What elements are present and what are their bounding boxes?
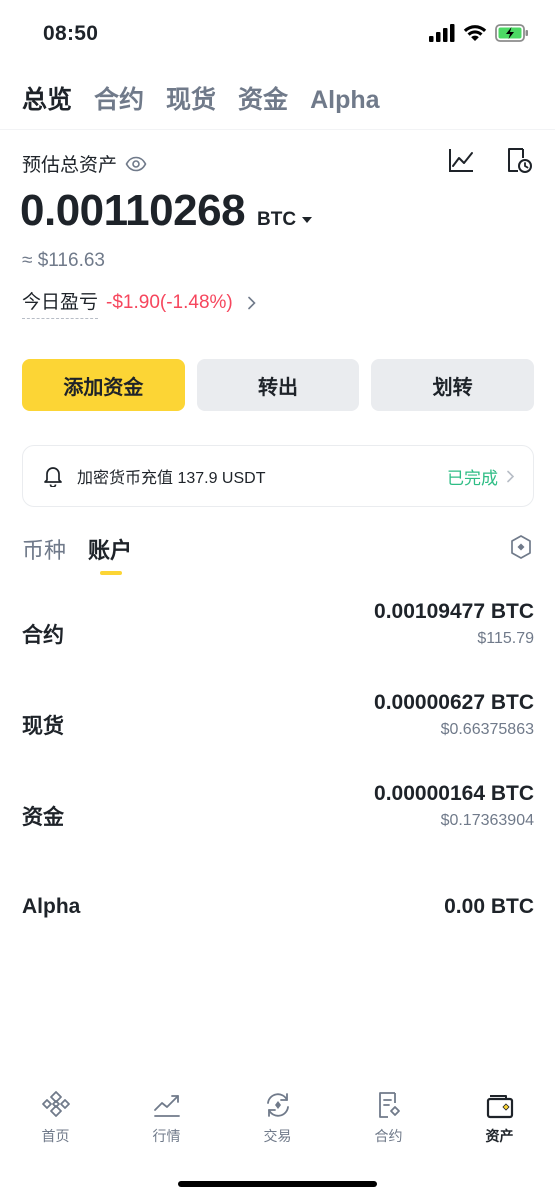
nav-home[interactable]: 首页 bbox=[0, 1090, 111, 1146]
top-tab-overview[interactable]: 总览 bbox=[22, 80, 72, 116]
account-btc-balance: 0.00000164 BTC bbox=[374, 782, 534, 805]
top-tab-futures[interactable]: 合约 bbox=[94, 80, 144, 116]
account-btc-balance: 0.00 BTC bbox=[444, 894, 534, 918]
eye-icon[interactable] bbox=[125, 156, 147, 172]
balance-unit-selector[interactable]: BTC bbox=[257, 209, 313, 231]
wifi-icon bbox=[463, 25, 487, 41]
tab-by-coin[interactable]: 币种 bbox=[22, 533, 66, 565]
account-usd-balance: $0.17363904 bbox=[440, 812, 534, 829]
history-record-icon[interactable] bbox=[505, 146, 533, 174]
action-buttons: 添加资金 转出 划转 bbox=[22, 359, 535, 411]
account-usd-balance: $0.66375863 bbox=[440, 721, 534, 738]
add-funds-button[interactable]: 添加资金 bbox=[22, 359, 185, 411]
markets-chart-icon bbox=[153, 1095, 180, 1117]
trade-swap-icon bbox=[266, 1093, 289, 1117]
account-values: 0.00000164 BTC $0.17363904 bbox=[374, 772, 534, 863]
battery-charging-icon bbox=[495, 24, 528, 42]
total-balance-value: 0.00110268 bbox=[20, 186, 246, 235]
top-tab-funding[interactable]: 资金 bbox=[238, 80, 288, 116]
deposit-notice-status: 已完成 bbox=[447, 468, 498, 488]
account-values: 0.00 BTC bbox=[444, 895, 534, 919]
nav-trade[interactable]: 交易 bbox=[222, 1090, 333, 1146]
deposit-notice[interactable]: 加密货币充值 137.9 USDT 已完成 bbox=[22, 445, 534, 507]
cellular-signal-icon bbox=[429, 24, 455, 42]
estimated-assets-label-row: 预估总资产 bbox=[22, 150, 147, 177]
top-tab-spot[interactable]: 现货 bbox=[166, 80, 216, 116]
today-pnl-row[interactable]: 今日盈亏 -$1.90(-1.48%) bbox=[22, 287, 257, 319]
account-values: 0.00000627 BTC $0.66375863 bbox=[374, 681, 534, 772]
nav-markets[interactable]: 行情 bbox=[111, 1090, 222, 1146]
account-row-spot[interactable]: 现货 0.00000627 BTC $0.66375863 bbox=[22, 681, 534, 772]
account-btc-balance: 0.00109477 BTC bbox=[374, 600, 534, 623]
nav-label: 合约 bbox=[374, 1128, 403, 1144]
top-tabs: 总览 合约 现货 资金 Alpha bbox=[22, 80, 380, 116]
futures-doc-icon bbox=[378, 1092, 400, 1118]
top-tab-alpha[interactable]: Alpha bbox=[310, 86, 379, 115]
active-tab-indicator bbox=[100, 571, 123, 575]
account-row-funding[interactable]: 资金 0.00000164 BTC $0.17363904 bbox=[22, 772, 534, 863]
balance-unit-label: BTC bbox=[257, 209, 297, 230]
account-usd-balance: $115.79 bbox=[477, 630, 534, 647]
home-indicator bbox=[178, 1181, 377, 1187]
nav-futures[interactable]: 合约 bbox=[333, 1090, 444, 1146]
tab-by-coin-label: 币种 bbox=[22, 538, 67, 563]
nav-label: 行情 bbox=[152, 1128, 181, 1144]
account-list: 合约 0.00109477 BTC $115.79 现货 0.00000627 … bbox=[22, 590, 534, 954]
hexagon-settings-icon[interactable] bbox=[509, 534, 533, 560]
nav-assets[interactable]: 资产 bbox=[444, 1090, 555, 1146]
chevron-right-icon bbox=[247, 296, 256, 310]
account-row-futures[interactable]: 合约 0.00109477 BTC $115.79 bbox=[22, 590, 534, 681]
account-row-alpha[interactable]: Alpha 0.00 BTC bbox=[22, 863, 534, 954]
nav-label: 首页 bbox=[41, 1128, 70, 1144]
chevron-right-icon bbox=[507, 470, 515, 482]
caret-down-icon bbox=[302, 216, 313, 223]
header-divider bbox=[0, 129, 555, 130]
asset-view-tabs: 币种 账户 bbox=[22, 533, 133, 575]
nav-label: 交易 bbox=[263, 1128, 292, 1144]
account-name: Alpha bbox=[22, 894, 81, 918]
analysis-chart-icon[interactable] bbox=[447, 146, 475, 174]
withdraw-button[interactable]: 转出 bbox=[196, 359, 360, 411]
today-pnl-value: -$1.90(-1.48%) bbox=[106, 292, 233, 313]
binance-logo-icon bbox=[41, 1091, 70, 1117]
tab-by-account-label: 账户 bbox=[88, 538, 133, 563]
account-values: 0.00109477 BTC $115.79 bbox=[374, 590, 534, 681]
account-name: 合约 bbox=[22, 623, 64, 647]
account-name: 资金 bbox=[22, 805, 64, 829]
tab-by-account[interactable]: 账户 bbox=[88, 533, 133, 575]
header-actions bbox=[447, 146, 533, 174]
bottom-nav: 首页 行情 交易 合约 资产 bbox=[0, 1090, 555, 1146]
account-name: 现货 bbox=[22, 714, 64, 738]
status-time: 08:50 bbox=[43, 22, 99, 45]
deposit-notice-text: 加密货币充值 137.9 USDT bbox=[77, 470, 266, 487]
nav-label: 资产 bbox=[485, 1128, 514, 1144]
account-btc-balance: 0.00000627 BTC bbox=[374, 691, 534, 714]
bell-icon bbox=[44, 467, 62, 487]
balance-usd-value: ≈ $116.63 bbox=[22, 250, 105, 271]
balance-row: 0.00110268 BTC bbox=[20, 186, 313, 236]
today-pnl-label: 今日盈亏 bbox=[22, 287, 99, 319]
status-icons bbox=[429, 24, 529, 42]
status-bar: 08:50 bbox=[0, 0, 555, 70]
estimated-assets-label: 预估总资产 bbox=[22, 155, 118, 176]
wallet-icon bbox=[486, 1095, 513, 1119]
transfer-button[interactable]: 划转 bbox=[371, 359, 535, 411]
